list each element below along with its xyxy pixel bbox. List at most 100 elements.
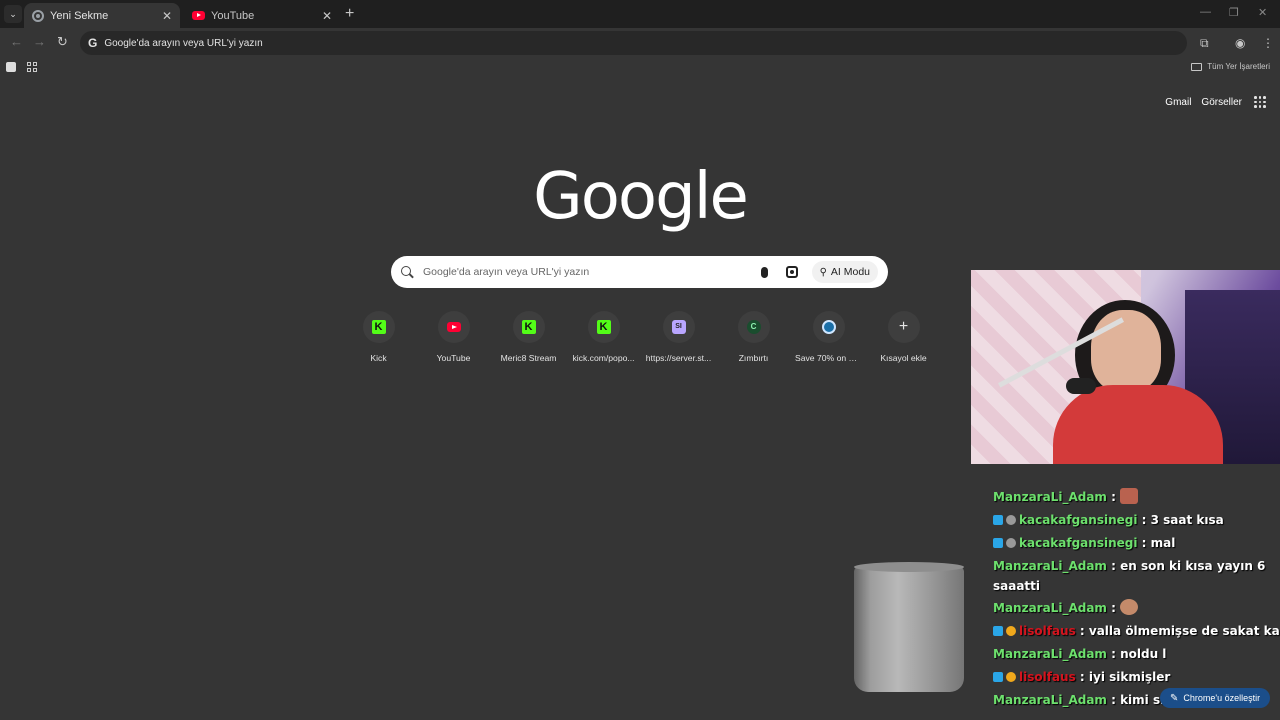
chat-username: ManzaraLi_Adam: [993, 601, 1107, 615]
youtube-icon: [446, 322, 461, 332]
badge-icon: [993, 672, 1003, 682]
chat-username: kacakafgansinegi: [1019, 513, 1138, 527]
menu-icon[interactable]: ⋮: [1262, 36, 1274, 50]
close-icon[interactable]: ✕: [162, 9, 172, 23]
gmail-link[interactable]: Gmail: [1165, 97, 1191, 108]
search-icon: [401, 266, 411, 276]
server-icon: SI: [671, 320, 686, 334]
stream-chat: ManzaraLi_Adam : kacakafgansinegi : 3 sa…: [993, 488, 1280, 715]
google-header-links: Gmail Görseller: [1155, 96, 1266, 108]
apps-grid-icon[interactable]: [27, 62, 37, 72]
customize-label: Chrome'u özelleştir: [1183, 693, 1261, 703]
ai-mode-button[interactable]: ⚲ AI Modu: [811, 261, 878, 283]
shortcut-label: YouTube: [436, 353, 471, 363]
shortcut-label: https://server.st...: [645, 353, 712, 363]
shortcut-label: Zımbırtı: [738, 353, 769, 363]
emote-icon: [1120, 488, 1139, 504]
shortcut-add[interactable]: + Kısayol ekle: [866, 311, 941, 363]
tab-youtube[interactable]: YouTube ✕: [184, 3, 340, 28]
chat-text: valla ölmemişse de sakat kalmış: [1088, 624, 1280, 638]
steam-icon: [821, 320, 836, 334]
window-close-icon[interactable]: ✕: [1258, 6, 1267, 19]
tab-new-tab[interactable]: Yeni Sekme ✕: [24, 3, 180, 28]
search-input[interactable]: Google'da arayın veya URL'yi yazın: [423, 266, 761, 278]
webcam-overlay: [971, 270, 1280, 464]
streamer-shirt: [1053, 385, 1223, 464]
back-icon[interactable]: ←: [10, 34, 23, 49]
shortcut-kick-popo[interactable]: K kick.com/popo...: [566, 311, 641, 363]
close-icon[interactable]: ✕: [322, 9, 332, 23]
shortcut-label: Kısayol ekle: [880, 353, 927, 363]
chrome-icon: [32, 9, 44, 22]
shortcut-label: kick.com/popo...: [572, 353, 635, 363]
images-link[interactable]: Görseller: [1201, 97, 1242, 108]
chat-username: ManzaraLi_Adam: [993, 647, 1107, 661]
chat-text: noldu l: [1120, 647, 1167, 661]
forward-icon[interactable]: →: [33, 34, 46, 49]
chat-text: iyi sikmişler: [1088, 670, 1171, 684]
shortcut-youtube[interactable]: YouTube: [416, 311, 491, 363]
shortcut-label: Meric8 Stream: [500, 353, 557, 363]
chat-username: kacakafgansinegi: [1019, 536, 1138, 550]
chat-text: 3 saat kısa: [1150, 513, 1224, 527]
badge-icon: [993, 538, 1003, 548]
emote-icon: [1120, 599, 1139, 615]
lens-icon[interactable]: [785, 266, 798, 278]
streamer-face: [1091, 310, 1161, 392]
new-tab-button[interactable]: +: [345, 5, 354, 23]
shortcut-server[interactable]: SI https://server.st...: [641, 311, 716, 363]
sparkle-search-icon: ⚲: [819, 266, 827, 278]
chat-message: ManzaraLi_Adam : noldu l: [993, 647, 1167, 661]
toolbar: ← → ↻ G Google'da arayın veya URL'yi yaz…: [0, 28, 1280, 58]
chat-message: ManzaraLi_Adam : en son ki kısa yayın 6 …: [993, 559, 1266, 593]
pencil-icon: ✎: [1170, 692, 1179, 704]
chat-message: kacakafgansinegi : mal: [993, 535, 1280, 551]
address-text: Google'da arayın veya URL'yi yazın: [104, 37, 263, 49]
shortcut-meric8[interactable]: K Meric8 Stream: [491, 311, 566, 363]
chat-message: lisolfaus : iyi sikmişler: [993, 669, 1280, 685]
chat-message: kacakafgansinegi : 3 saat kısa: [993, 512, 1280, 528]
kick-icon: K: [596, 320, 611, 334]
search-box[interactable]: Google'da arayın veya URL'yi yazın ⚲ AI …: [391, 256, 888, 288]
shortcut-label: Save 70% on Fr...: [795, 353, 864, 363]
reload-icon[interactable]: ↻: [57, 34, 68, 50]
restore-icon[interactable]: ❐: [1229, 6, 1239, 19]
profile-icon[interactable]: ◉: [1235, 36, 1245, 50]
folder-icon: [1191, 62, 1203, 71]
shortcut-kick[interactable]: K Kick: [341, 311, 416, 363]
chat-username: ManzaraLi_Adam: [993, 559, 1107, 573]
shortcuts: K Kick YouTube K Meric8 Stream K kick.co…: [341, 311, 941, 363]
bookmark-tab-icon[interactable]: [6, 62, 16, 72]
mic-icon[interactable]: [760, 266, 768, 278]
minimize-icon[interactable]: —: [1200, 6, 1211, 18]
kick-icon: K: [521, 320, 536, 334]
shortcut-zimbirti[interactable]: C Zımbırtı: [716, 311, 791, 363]
badge-icon: [993, 626, 1003, 636]
chat-message: ManzaraLi_Adam :: [993, 488, 1280, 505]
plus-icon: +: [898, 318, 909, 335]
address-bar[interactable]: G Google'da arayın veya URL'yi yazın: [80, 31, 1187, 55]
customize-chrome-button[interactable]: ✎ Chrome'u özelleştir: [1160, 688, 1271, 708]
glass-object: [854, 566, 964, 692]
tab-label: Yeni Sekme: [50, 9, 109, 22]
extensions-icon[interactable]: ⧉: [1200, 36, 1209, 51]
c-icon: C: [746, 320, 761, 334]
kick-icon: K: [371, 320, 386, 334]
chat-username: lisolfaus: [1019, 670, 1076, 684]
tab-strip: ⌄ Yeni Sekme ✕ YouTube ✕ + — ❐ ✕: [0, 0, 1280, 28]
badge-icon: [1006, 672, 1016, 682]
bookmarks-bar: Tüm Yer İşaretleri: [0, 58, 1280, 80]
google-apps-icon[interactable]: [1254, 96, 1266, 108]
chat-text: mal: [1150, 536, 1176, 550]
badge-icon: [993, 515, 1003, 525]
google-logo: Google: [533, 160, 749, 234]
badge-icon: [1006, 626, 1016, 636]
ai-mode-label: AI Modu: [830, 266, 870, 278]
chat-message: lisolfaus : valla ölmemişse de sakat kal…: [993, 623, 1280, 639]
chat-message: ManzaraLi_Adam :: [993, 599, 1280, 616]
shortcut-steam[interactable]: Save 70% on Fr...: [791, 311, 866, 363]
glass-rim: [854, 562, 964, 572]
tab-search-button[interactable]: ⌄: [4, 5, 22, 23]
all-bookmarks[interactable]: Tüm Yer İşaretleri: [1191, 62, 1270, 71]
chat-username: ManzaraLi_Adam: [993, 693, 1107, 707]
